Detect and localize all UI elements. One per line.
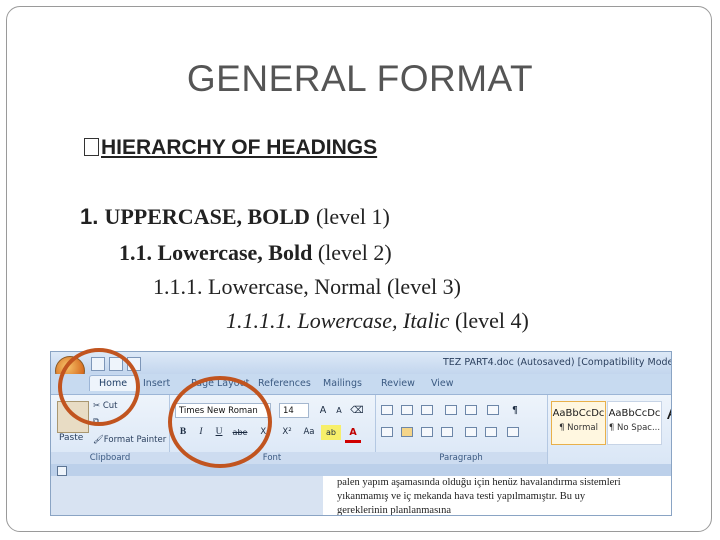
tab-selector-icon[interactable]	[57, 466, 67, 476]
style-normal-preview: AaBbCcDc	[552, 408, 605, 419]
level-4-note: (level 4)	[454, 308, 529, 333]
doc-line-2: yıkanmamış ve iç mekanda hava testi yapı…	[337, 491, 586, 502]
tab-insert[interactable]: Insert	[143, 378, 170, 389]
align-right-icon[interactable]	[421, 427, 433, 437]
style-normal[interactable]: AaBbCcDc ¶ Normal	[551, 401, 606, 445]
style-normal-name: ¶ Normal	[559, 423, 598, 433]
ribbon: Paste ✂ Cut ⧉ 🖌Format Painter Clipboard …	[51, 394, 671, 466]
sort-icon[interactable]	[487, 405, 499, 415]
bullet-box-icon	[84, 138, 99, 156]
doc-line-1: palen yapım aşamasında olduğu için henüz…	[337, 477, 621, 488]
font-size-combo[interactable]: 14	[279, 403, 309, 418]
document-title: TEZ PART4.doc (Autosaved) [Compatibility…	[443, 357, 672, 368]
level-1-number: 1.	[80, 204, 99, 229]
paragraph-group: ¶ Paragraph	[375, 395, 548, 465]
align-left-icon[interactable]	[381, 427, 393, 437]
level-3-note: (level 3)	[386, 274, 461, 299]
superscript-button[interactable]: X²	[277, 425, 297, 440]
slide-title: GENERAL FORMAT	[186, 58, 534, 99]
clipboard-label: Clipboard	[51, 452, 169, 464]
highlight-button[interactable]: ab	[321, 425, 341, 440]
shading-icon[interactable]	[485, 427, 497, 437]
grow-font-button[interactable]: A	[315, 403, 331, 418]
heading-level-3: 1.1.1. Lowercase, Normal (level 3)	[153, 274, 461, 300]
pilcrow-icon[interactable]: ¶	[507, 403, 523, 418]
increase-indent-icon[interactable]	[465, 405, 477, 415]
style-heading-preview: A	[663, 403, 671, 424]
align-center-icon[interactable]	[401, 427, 413, 437]
change-case-button[interactable]: Aa	[299, 425, 319, 440]
title-bar: TEZ PART4.doc (Autosaved) [Compatibility…	[51, 352, 672, 374]
decrease-indent-icon[interactable]	[445, 405, 457, 415]
format-painter-label: Format Painter	[103, 435, 167, 445]
level-4-text: 1.1.1.1. Lowercase, Italic	[226, 308, 450, 333]
heading-level-2: 1.1. Lowercase, Bold (level 2)	[119, 240, 392, 266]
style-no-spacing[interactable]: AaBbCcDc ¶ No Spac...	[607, 401, 662, 445]
level-2-text: 1.1. Lowercase, Bold	[119, 240, 313, 265]
justify-icon[interactable]	[441, 427, 453, 437]
multilevel-list-icon[interactable]	[421, 405, 433, 415]
style-no-spacing-name: ¶ No Spac...	[608, 423, 661, 433]
document-area: palen yapım aşamasında olduğu için henüz…	[51, 476, 671, 516]
numbering-icon[interactable]	[401, 405, 413, 415]
style-no-spacing-preview: AaBbCcDc	[608, 408, 661, 419]
highlight-circle-office-button	[58, 348, 140, 426]
style-heading[interactable]: A	[663, 401, 671, 445]
level-3-text: 1.1.1. Lowercase, Normal	[153, 274, 382, 299]
bullets-icon[interactable]	[381, 405, 393, 415]
clear-format-button[interactable]: ⌫	[349, 403, 365, 418]
doc-line-3: gereklerinin planlanmasına	[337, 505, 451, 516]
line-spacing-icon[interactable]	[465, 427, 477, 437]
heading-level-4: 1.1.1.1. Lowercase, Italic (level 4)	[226, 308, 529, 334]
tab-references[interactable]: References	[258, 378, 311, 389]
font-color-button[interactable]: A	[345, 425, 361, 443]
tab-review[interactable]: Review	[381, 378, 415, 389]
level-1-text: UPPERCASE, BOLD	[104, 204, 310, 229]
ruler	[51, 464, 671, 476]
heading-level-1: 1. UPPERCASE, BOLD (level 1)	[80, 204, 390, 230]
section-heading: HIERARCHY OF HEADINGS	[84, 136, 377, 160]
ribbon-tabs: Home Insert Page Layout References Maili…	[51, 374, 671, 394]
paragraph-label: Paragraph	[375, 452, 547, 464]
level-2-note: (level 2)	[317, 240, 392, 265]
document-page[interactable]: palen yapım aşamasında olduğu için henüz…	[323, 476, 671, 516]
paste-label: Paste	[59, 433, 84, 443]
shrink-font-button[interactable]: A	[331, 403, 347, 418]
highlight-circle-font-controls	[168, 376, 272, 468]
styles-group: AaBbCcDc ¶ Normal AaBbCcDc ¶ No Spac... …	[547, 395, 671, 465]
section-heading-text: HIERARCHY OF HEADINGS	[101, 136, 378, 159]
format-painter-button[interactable]: 🖌Format Painter	[93, 435, 166, 445]
tab-mailings[interactable]: Mailings	[323, 378, 362, 389]
tab-view[interactable]: View	[431, 378, 454, 389]
borders-icon[interactable]	[507, 427, 519, 437]
word-ribbon-screenshot: TEZ PART4.doc (Autosaved) [Compatibility…	[50, 351, 672, 516]
level-1-note: (level 1)	[315, 204, 390, 229]
